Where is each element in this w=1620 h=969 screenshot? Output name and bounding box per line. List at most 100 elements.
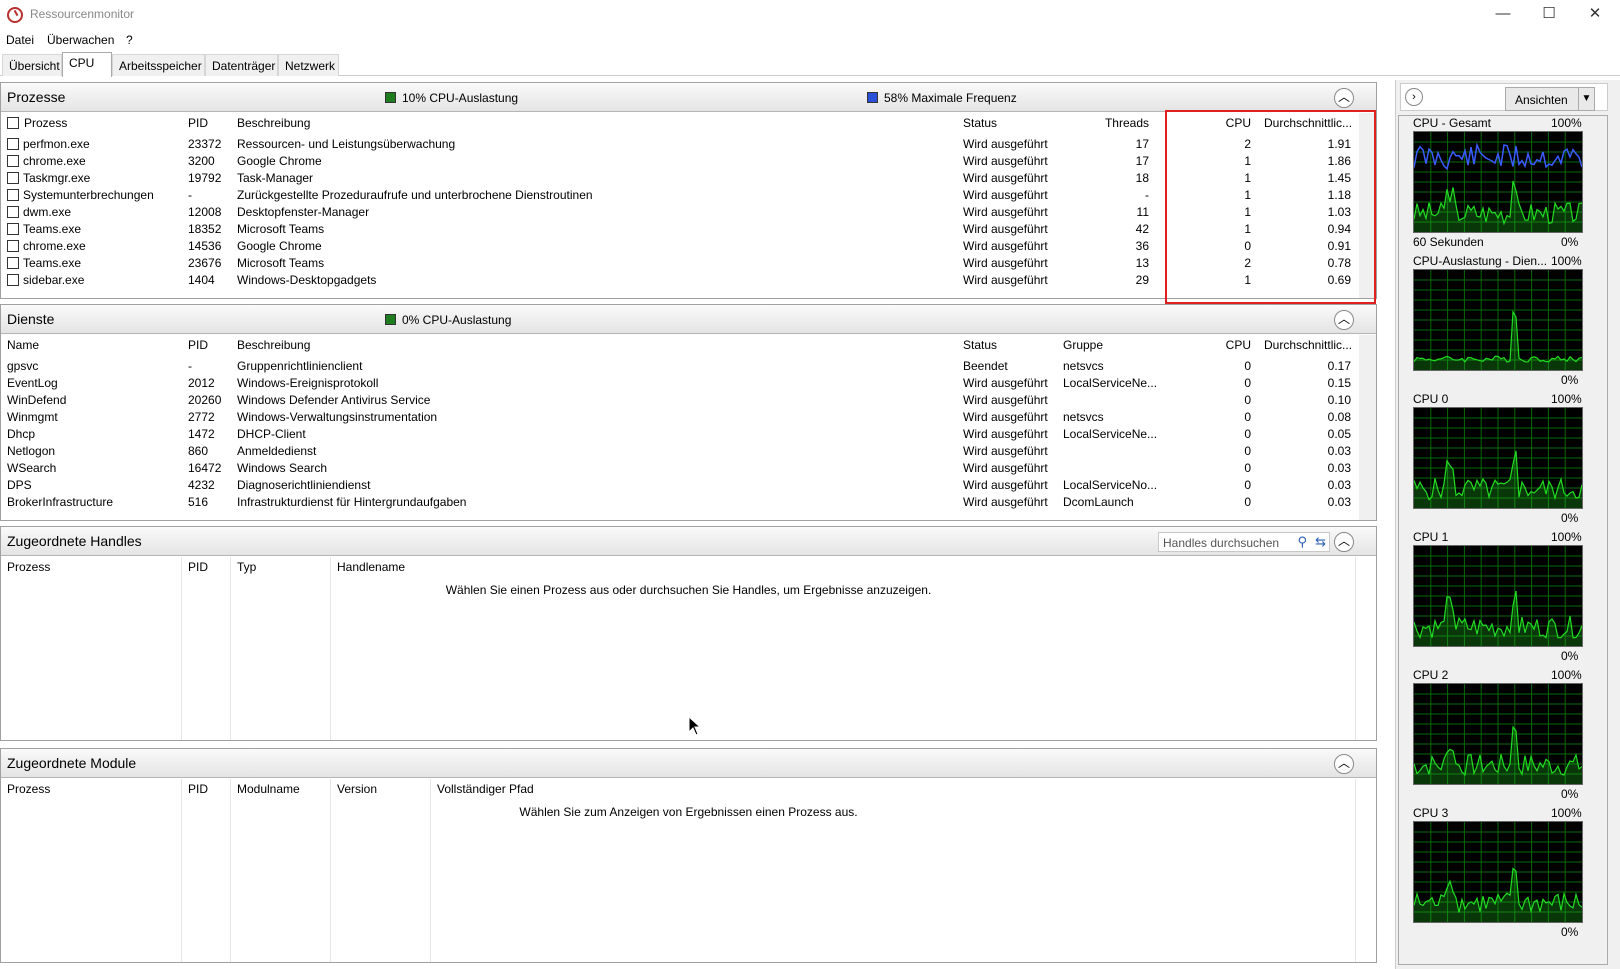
col-prozess[interactable]: Prozess: [7, 560, 50, 574]
max-frequency-swatch: [867, 92, 878, 103]
services-scrollbar[interactable]: [1359, 335, 1376, 520]
handles-search-box[interactable]: Handles durchsuchen ⚲ ⇆: [1158, 532, 1330, 552]
process-checkbox[interactable]: [7, 240, 19, 252]
services-cpu-usage-text: 0% CPU-Auslastung: [402, 313, 512, 327]
col-pid[interactable]: PID: [188, 560, 208, 574]
service-cpu: 0: [1244, 410, 1251, 424]
process-name: Teams.exe: [23, 256, 82, 270]
service-description: Windows-Verwaltungsinstrumentation: [237, 410, 438, 424]
refresh-icon[interactable]: ⇆: [1315, 534, 1326, 550]
maximize-button[interactable]: ☐: [1526, 0, 1572, 30]
col-name[interactable]: Name: [7, 338, 39, 352]
handles-header[interactable]: Zugeordnete Handles Handles durchsuchen …: [1, 527, 1376, 556]
table-row[interactable]: gpsvc - Gruppenrichtlinienclient Beendet net…: [1, 358, 1358, 375]
tab-arbeitsspeicher[interactable]: Arbeitsspeicher: [112, 54, 205, 76]
col-cpu[interactable]: CPU: [1191, 338, 1251, 352]
close-button[interactable]: ✕: [1572, 0, 1618, 30]
search-icon[interactable]: ⚲: [1297, 534, 1307, 550]
process-checkbox[interactable]: [7, 223, 19, 235]
table-row[interactable]: DPS 4232 Diagnoserichtliniendienst Wird aus…: [1, 477, 1358, 494]
process-checkbox[interactable]: [7, 274, 19, 286]
table-row[interactable]: WSearch 16472 Windows Search Wird ausgeführ…: [1, 460, 1358, 477]
process-threads: 36: [1135, 239, 1149, 253]
processes-header[interactable]: Prozesse 10% CPU-Auslastung 58% Maximale…: [1, 83, 1376, 112]
table-row[interactable]: EventLog 2012 Windows-Ereignisprotokoll Wir…: [1, 375, 1358, 392]
collapse-modules-button[interactable]: ︿: [1334, 754, 1354, 774]
tab-datentraeger[interactable]: Datenträger: [205, 54, 278, 76]
service-group: netsvcs: [1063, 410, 1104, 424]
collapse-handles-button[interactable]: ︿: [1334, 532, 1354, 552]
col-typ[interactable]: Typ: [237, 560, 256, 574]
modules-header[interactable]: Zugeordnete Module ︿: [1, 749, 1376, 778]
col-pid[interactable]: PID: [188, 338, 208, 352]
col-threads[interactable]: Threads: [1061, 116, 1149, 130]
col-pid[interactable]: PID: [188, 782, 208, 796]
service-description: Anmeldedienst: [237, 444, 317, 458]
col-vollstaendiger-pfad[interactable]: Vollständiger Pfad: [437, 782, 534, 796]
table-row[interactable]: Teams.exe 18352 Microsoft Teams Wird ausgef…: [1, 221, 1358, 238]
table-row[interactable]: dwm.exe 12008 Desktopfenster-Manager Wird a…: [1, 204, 1358, 221]
col-status[interactable]: Status: [963, 338, 997, 352]
col-beschreibung[interactable]: Beschreibung: [237, 338, 310, 352]
service-pid: 4232: [188, 478, 215, 492]
services-header[interactable]: Dienste 0% CPU-Auslastung ︿: [1, 305, 1376, 334]
table-row[interactable]: Netlogon 860 Anmeldedienst Wird ausgeführt 0…: [1, 443, 1358, 460]
col-version[interactable]: Version: [337, 782, 377, 796]
tab-netzwerk[interactable]: Netzwerk: [278, 54, 339, 76]
graph-max-label: 100%: [1551, 668, 1582, 682]
process-checkbox[interactable]: [7, 206, 19, 218]
process-checkbox[interactable]: [7, 172, 19, 184]
processes-max-frequency-text: 58% Maximale Frequenz: [884, 91, 1017, 105]
table-row[interactable]: chrome.exe 3200 Google Chrome Wird ausgefüh…: [1, 153, 1358, 170]
graph-min-label: 0%: [1561, 649, 1579, 663]
process-checkbox[interactable]: [7, 138, 19, 150]
service-name: BrokerInfrastructure: [7, 495, 114, 509]
table-row[interactable]: chrome.exe 14536 Google Chrome Wird ausgefü…: [1, 238, 1358, 255]
col-modulname[interactable]: Modulname: [237, 782, 300, 796]
process-description: Task-Manager: [237, 171, 314, 185]
menu-help[interactable]: ?: [126, 33, 133, 47]
table-row[interactable]: sidebar.exe 1404 Windows-Desktopgadgets Wir…: [1, 272, 1358, 289]
table-row[interactable]: Winmgmt 2772 Windows-Verwaltungsinstrument…: [1, 409, 1358, 426]
col-prozess[interactable]: Prozess: [7, 116, 67, 130]
select-all-checkbox[interactable]: [7, 117, 19, 129]
menu-ueberwachen[interactable]: Überwachen: [47, 33, 114, 47]
service-average-cpu: 0.03: [1327, 495, 1351, 509]
process-checkbox[interactable]: [7, 189, 19, 201]
cpu-usage-swatch: [385, 92, 396, 103]
chevron-down-icon[interactable]: ▼: [1578, 88, 1594, 110]
process-pid: 3200: [188, 154, 215, 168]
table-row[interactable]: BrokerInfrastructure 516 Infrastrukturdien…: [1, 494, 1358, 511]
minimize-button[interactable]: —: [1480, 0, 1526, 30]
col-gruppe[interactable]: Gruppe: [1063, 338, 1103, 352]
table-row[interactable]: perfmon.exe 23372 Ressourcen- und Leistung…: [1, 136, 1358, 153]
col-average-cpu[interactable]: Durchschnittlic...: [1264, 338, 1352, 352]
views-button[interactable]: Ansichten ▼: [1505, 87, 1595, 111]
process-checkbox[interactable]: [7, 257, 19, 269]
process-threads: -: [1145, 188, 1149, 202]
table-row[interactable]: Systemunterbrechungen - Zurückgestellte Pr…: [1, 187, 1358, 204]
col-pid[interactable]: PID: [188, 116, 208, 130]
col-status[interactable]: Status: [963, 116, 997, 130]
col-handlename[interactable]: Handlename: [337, 560, 405, 574]
table-row[interactable]: Teams.exe 23676 Microsoft Teams Wird ausgef…: [1, 255, 1358, 272]
tab-uebersicht[interactable]: Übersicht: [2, 54, 62, 76]
collapse-processes-button[interactable]: ︿: [1334, 88, 1354, 108]
col-prozess[interactable]: Prozess: [7, 782, 50, 796]
process-checkbox[interactable]: [7, 155, 19, 167]
table-row[interactable]: Taskmgr.exe 19792 Task-Manager Wird ausgefü…: [1, 170, 1358, 187]
service-pid: 2012: [188, 376, 215, 390]
handles-search-input[interactable]: Handles durchsuchen: [1163, 536, 1279, 550]
table-row[interactable]: WinDefend 20260 Windows Defender Antivirus…: [1, 392, 1358, 409]
table-row[interactable]: Dhcp 1472 DHCP-Client Wird ausgeführt LocalS…: [1, 426, 1358, 443]
graph-title: CPU-Auslastung - Dien...: [1413, 254, 1548, 268]
service-name: Dhcp: [7, 427, 36, 441]
collapse-services-button[interactable]: ︿: [1334, 310, 1354, 330]
process-threads: 17: [1135, 137, 1149, 151]
graph-min-label: 0%: [1561, 235, 1579, 249]
expand-sidebar-button[interactable]: ›: [1405, 88, 1423, 106]
service-cpu: 0: [1244, 427, 1251, 441]
tab-cpu[interactable]: CPU: [62, 52, 112, 77]
menu-datei[interactable]: Datei: [6, 33, 34, 47]
col-beschreibung[interactable]: Beschreibung: [237, 116, 310, 130]
